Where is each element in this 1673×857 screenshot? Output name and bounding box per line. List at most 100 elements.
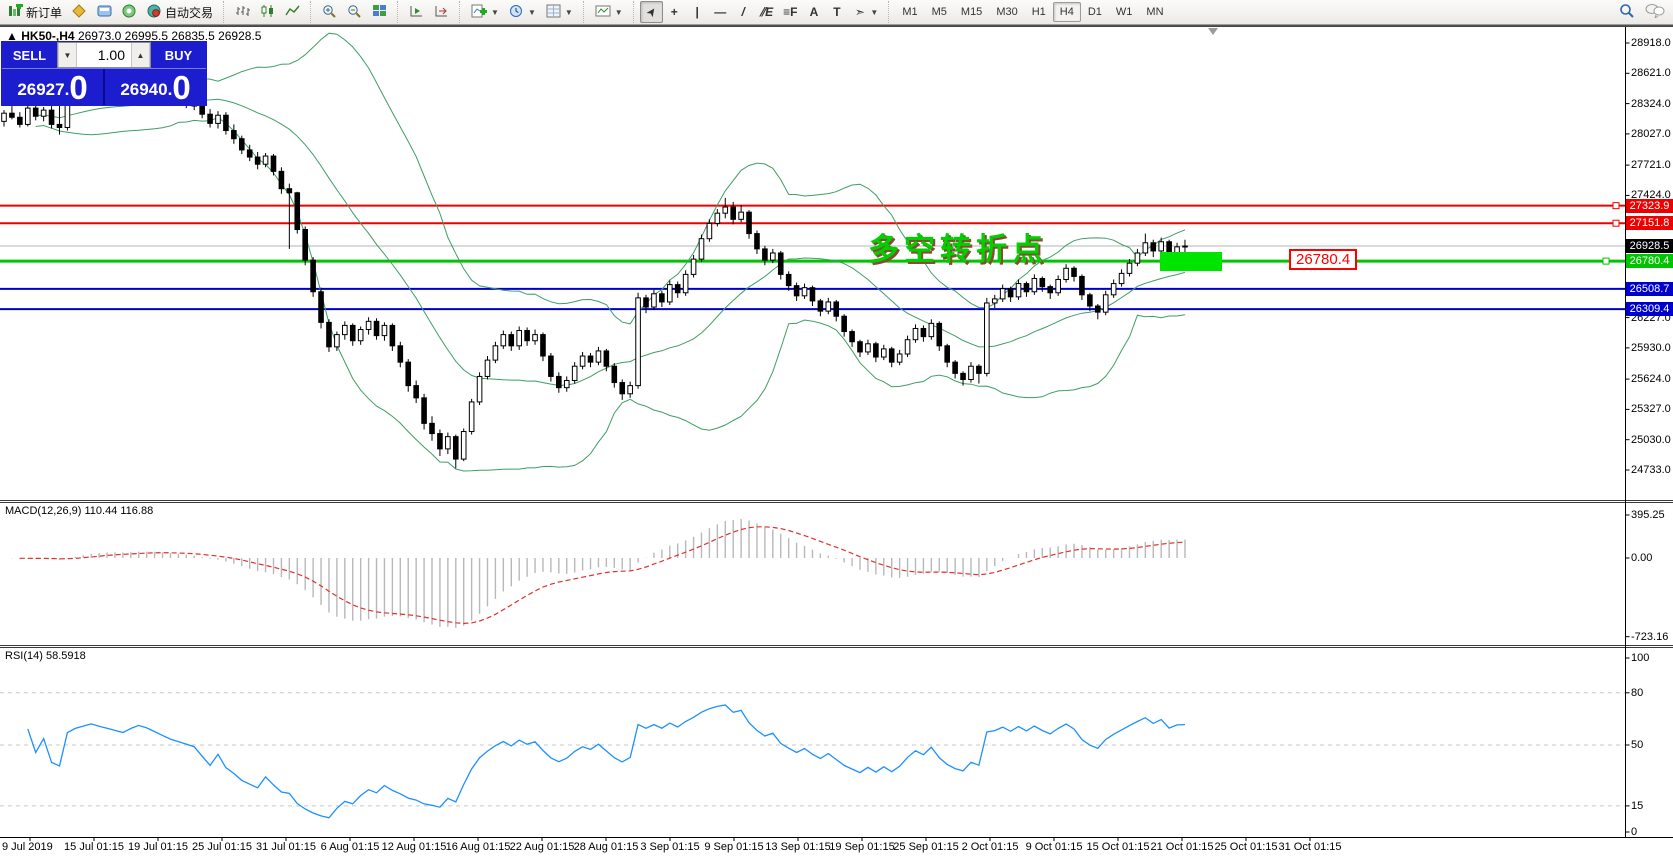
candles <box>2 84 1188 469</box>
tool-cursor-button[interactable]: ➤ <box>640 1 663 23</box>
toolbar: 新订单 自动交易 <box>0 0 1673 25</box>
templates-caret-icon: ▼ <box>615 8 623 17</box>
timeframe-d1-button[interactable]: D1 <box>1081 2 1109 22</box>
sell-price-big-digit: 0 <box>69 73 87 103</box>
line-chart-icon <box>285 4 300 21</box>
turning-point-annotation[interactable]: 多空转折点 <box>868 224 1048 269</box>
tester-button[interactable] <box>117 1 142 23</box>
tool-text-icon: A <box>807 5 820 19</box>
terminal-button[interactable] <box>92 1 117 23</box>
tool-fibonacci-button[interactable]: ≡F <box>778 1 802 23</box>
timeframe-m30-button[interactable]: M30 <box>989 2 1024 22</box>
tool-horizontal-line-icon: — <box>714 5 727 19</box>
zoom-out-icon <box>347 4 362 21</box>
quotes-button[interactable] <box>67 1 92 23</box>
indicators-button[interactable]: ▼ <box>466 1 504 23</box>
tool-fibonacci-icon: ≡F <box>783 5 797 19</box>
periods-icon <box>509 4 524 21</box>
macd-indicator <box>4 519 1185 628</box>
depth-button[interactable]: ▼ <box>541 1 578 23</box>
sell-price[interactable]: 26927.0 <box>2 69 103 105</box>
tool-vertical-line-button[interactable]: | <box>686 1 709 23</box>
volume-input[interactable]: 1.00 <box>77 43 131 67</box>
terminal-icon <box>97 4 112 21</box>
arrows-caret-icon: ▼ <box>870 8 878 17</box>
indicators-icon <box>471 4 487 21</box>
zoom-out-button[interactable] <box>342 1 367 23</box>
depth-caret-icon: ▼ <box>565 8 573 17</box>
timeframe-m1-button[interactable]: M1 <box>895 2 924 22</box>
buy-price[interactable]: 26940.0 <box>105 69 206 105</box>
tool-trendline-icon: / <box>737 5 750 19</box>
tool-text-label-button[interactable]: T <box>825 1 848 23</box>
tool-crosshair-icon: + <box>668 5 681 19</box>
quotes-icon <box>72 4 87 21</box>
autotrade-label: 自动交易 <box>165 4 213 21</box>
volume-control: ▼ 1.00 ▲ <box>57 42 151 68</box>
tester-icon <box>122 4 137 21</box>
ohlc-values: 26973.0 26995.5 26835.5 26928.5 <box>78 29 262 43</box>
price-tag-annotation[interactable]: 26780.4 <box>1289 249 1357 270</box>
new-order-icon <box>8 4 23 21</box>
search-icon[interactable] <box>1619 3 1635 21</box>
tool-text-label-icon: T <box>830 5 843 19</box>
tool-equidistant-channel-button[interactable]: ⫽E <box>755 1 778 23</box>
chart-shift-icon <box>434 4 449 21</box>
timeframes-toolbar: M1M5M15M30H1H4D1W1MN <box>888 1 1173 23</box>
mt4-window: 新订单 自动交易 <box>0 0 1673 857</box>
timeframe-h1-button[interactable]: H1 <box>1025 2 1053 22</box>
timeframe-mn-button[interactable]: MN <box>1139 2 1170 22</box>
buy-price-big-digit: 0 <box>172 73 190 103</box>
tile-windows-icon <box>372 4 387 21</box>
rsi-indicator <box>28 705 1185 818</box>
tool-arrows-icon: ➣ <box>853 5 866 19</box>
new-order-button[interactable]: 新订单 <box>3 1 67 23</box>
bars-chart-icon <box>235 4 250 21</box>
tool-trendline-button[interactable]: / <box>732 1 755 23</box>
bars-chart-button[interactable] <box>230 1 255 23</box>
autotrade-icon <box>147 4 162 21</box>
line-studies-toolbar: ➤+|—/⫽E≡FAT➣▼ <box>633 1 887 23</box>
chart-header: ▲ HK50-,H4 26973.0 26995.5 26835.5 26928… <box>6 29 261 43</box>
autotrade-button[interactable]: 自动交易 <box>142 1 218 23</box>
auto-scroll-button[interactable] <box>404 1 429 23</box>
symbol-period-label: HK50-,H4 <box>21 29 74 43</box>
auto-scroll-icon <box>409 4 424 21</box>
periods-button[interactable]: ▼ <box>504 1 541 23</box>
tile-windows-button[interactable] <box>367 1 392 23</box>
candles-chart-icon <box>260 4 275 21</box>
chart-shift-marker-icon[interactable] <box>1208 28 1218 35</box>
templates-button[interactable]: ▼ <box>590 1 628 23</box>
chat-icon[interactable] <box>1645 3 1665 21</box>
volume-decrease-button[interactable]: ▼ <box>58 43 77 67</box>
timeframe-h4-button[interactable]: H4 <box>1053 2 1081 22</box>
buy-button[interactable]: BUY <box>151 42 206 68</box>
sell-price-main: 26927 <box>17 77 64 103</box>
chart-shift-button[interactable] <box>429 1 454 23</box>
tool-equidistant-channel-icon: ⫽E <box>760 5 773 20</box>
volume-increase-button[interactable]: ▲ <box>131 43 150 67</box>
highlight-rectangle <box>1160 252 1222 271</box>
line-chart-button[interactable] <box>280 1 305 23</box>
timeframe-w1-button[interactable]: W1 <box>1109 2 1140 22</box>
periods-caret-icon: ▼ <box>528 8 536 17</box>
timeframe-m15-button[interactable]: M15 <box>954 2 989 22</box>
tool-cursor-icon: ➤ <box>642 3 661 22</box>
tool-horizontal-line-button[interactable]: — <box>709 1 732 23</box>
zoom-in-icon <box>322 4 337 21</box>
one-click-trading-panel: SELL ▼ 1.00 ▲ BUY 26927.0 26940.0 <box>2 42 206 105</box>
sell-button[interactable]: SELL <box>2 42 57 68</box>
depth-icon <box>546 4 561 21</box>
collapse-panel-icon[interactable]: ▲ <box>6 29 18 43</box>
zoom-in-button[interactable] <box>317 1 342 23</box>
tool-text-button[interactable]: A <box>802 1 825 23</box>
tool-arrows-button[interactable]: ➣▼ <box>848 1 883 23</box>
buy-price-main: 26940 <box>120 77 167 103</box>
indicators-caret-icon: ▼ <box>491 8 499 17</box>
tool-crosshair-button[interactable]: + <box>663 1 686 23</box>
timeframe-m5-button[interactable]: M5 <box>925 2 954 22</box>
tool-vertical-line-icon: | <box>691 5 704 19</box>
chart-canvas[interactable] <box>0 0 1673 857</box>
new-order-label: 新订单 <box>26 4 62 21</box>
candles-chart-button[interactable] <box>255 1 280 23</box>
